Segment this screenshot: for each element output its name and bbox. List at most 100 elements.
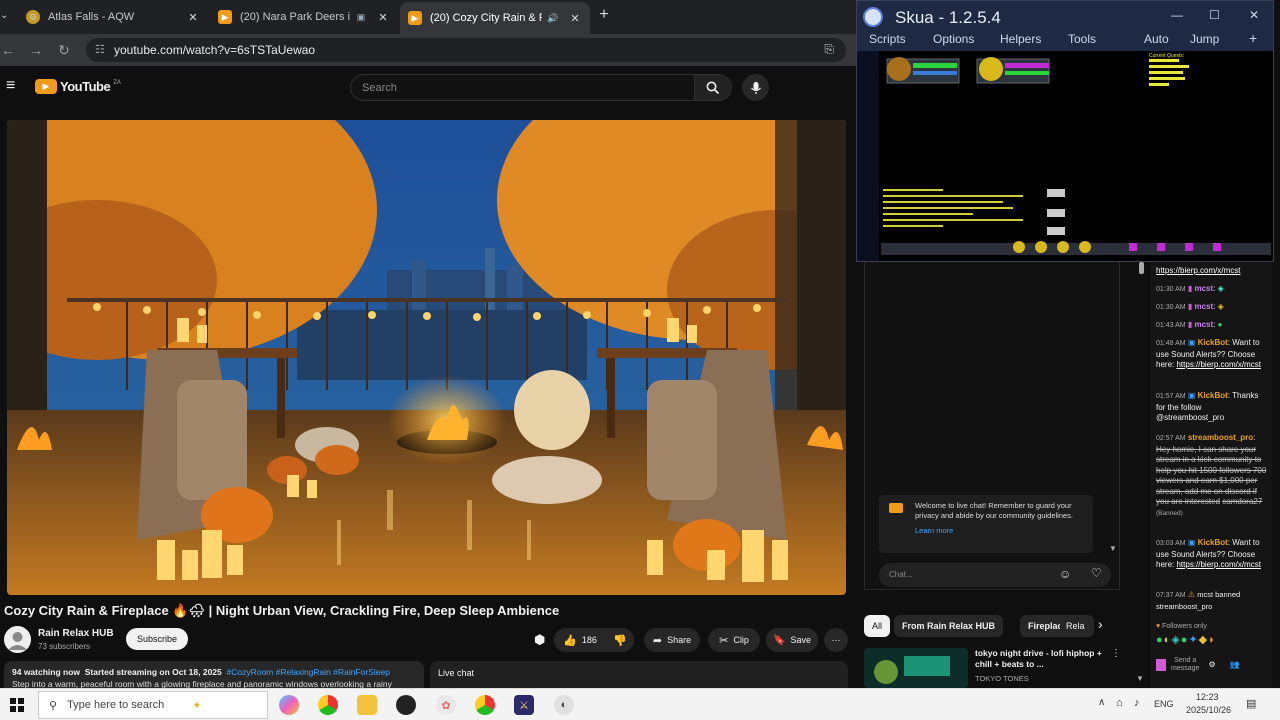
search-button[interactable] (694, 74, 732, 101)
video-player[interactable] (7, 120, 846, 595)
emote-icon[interactable]: ◈ (1171, 634, 1180, 646)
chat-user[interactable]: mcst (1194, 284, 1213, 293)
tab-nara-park[interactable]: ▶ (20) Nara Park Deers in Japa ▣ ✕ (210, 4, 398, 30)
aqw-app-icon[interactable]: ⚔ (514, 695, 534, 715)
heart-icon[interactable]: ♡ (1091, 566, 1102, 580)
gem-icon[interactable]: ⬢ (534, 632, 545, 648)
close-tab-icon[interactable]: ✕ (186, 11, 200, 24)
file-explorer-icon[interactable] (357, 695, 377, 715)
chat-user[interactable]: mcst (1194, 320, 1213, 329)
send-message-button[interactable]: Send a message (1168, 657, 1202, 673)
chrome-active-icon[interactable] (475, 695, 495, 715)
close-tab-icon[interactable]: ✕ (568, 12, 582, 25)
users-icon[interactable]: 👥 (1230, 660, 1240, 669)
taskbar-search[interactable]: ⚲ Type here to search ✦ (38, 691, 268, 719)
channel-name[interactable]: Rain Relax HUB (38, 628, 114, 639)
cast-icon[interactable]: ⎘ (824, 42, 834, 57)
maximize-icon[interactable]: ☐ (1209, 8, 1220, 22)
minimize-icon[interactable]: — (1171, 8, 1183, 22)
chat-user[interactable]: mcst (1194, 302, 1213, 311)
notification-icon[interactable]: ▤ (1246, 697, 1256, 710)
rec-channel[interactable]: TOKYO TONES (975, 674, 1029, 683)
url-field[interactable]: ☷ youtube.com/watch?v=6sTSTaUewao ⎘ (86, 38, 846, 62)
skua-jump-button[interactable]: Jump (1190, 32, 1219, 46)
chat-link[interactable]: https://bierp.com/x/mcst (1176, 560, 1260, 569)
dislike-button[interactable]: 👎 (606, 628, 634, 652)
tab-list-icon[interactable]: ⌄ (0, 10, 12, 24)
back-icon[interactable]: ← (0, 42, 16, 58)
chat-link[interactable]: https://bierp.com/x/mcst (1156, 266, 1240, 275)
chrome-icon[interactable] (318, 695, 338, 715)
chat-scroll-down-icon[interactable]: ▼ (1109, 544, 1117, 553)
clock-date[interactable]: 2025/10/26 (1186, 705, 1231, 715)
emote-icon[interactable]: ● (1156, 634, 1164, 646)
chip-rela[interactable]: Rela (1060, 615, 1094, 637)
chat-link[interactable]: https://bierp.com/x/mcst (1176, 360, 1260, 369)
system-tray-overflow-icon[interactable]: ∧ (1098, 697, 1105, 708)
emote-icon[interactable]: ◗ (1208, 634, 1216, 646)
more-actions-button[interactable]: ⋯ (824, 628, 848, 652)
new-tab-button[interactable]: + (596, 7, 612, 23)
clock-time[interactable]: 12:23 (1196, 692, 1219, 702)
chat-user[interactable]: KickBot (1198, 338, 1228, 347)
windows-start-icon[interactable] (10, 698, 24, 712)
tab-cozy-city[interactable]: ▶ (20) Cozy City Rain & Firepl 🔊 ✕ (400, 2, 590, 34)
like-button[interactable]: 👍 186 (554, 628, 606, 652)
search-input[interactable]: Search (350, 74, 695, 101)
chat-user[interactable]: streamboost_pro (1188, 433, 1253, 442)
subscribe-button[interactable]: Subscribe (126, 628, 188, 650)
app-icon[interactable]: ✿ (436, 695, 456, 715)
chat-user[interactable]: KickBot (1198, 538, 1228, 547)
site-info-icon[interactable]: ☷ (95, 43, 105, 56)
emote-icon[interactable]: ✦ (1188, 634, 1198, 646)
rec-title[interactable]: tokyo night drive - lofi hiphop + chill … (975, 648, 1105, 670)
reload-icon[interactable]: ↻ (56, 42, 72, 59)
learn-more-link[interactable]: Learn more (915, 526, 1085, 536)
emote-icon[interactable]: ◆ (1199, 634, 1208, 646)
chip-all[interactable]: All (864, 615, 891, 637)
description-box[interactable]: 94 watching now Started streaming on Oct… (4, 661, 424, 688)
close-tab-icon[interactable]: ✕ (376, 11, 390, 24)
rec-thumbnail[interactable] (864, 648, 968, 688)
user-badge-icon (1156, 659, 1166, 671)
chat-user[interactable]: KickBot (1198, 391, 1228, 400)
warning-icon: ⚠ (1187, 590, 1195, 599)
skua-menu-helpers[interactable]: Helpers (1000, 32, 1041, 46)
page-scrollbar[interactable] (1139, 262, 1144, 274)
youtube-logo[interactable]: ▶ YouTube ZA (35, 79, 121, 94)
clip-button[interactable]: ✂ Clip (708, 628, 760, 652)
youtube-favicon-icon: ▶ (408, 11, 422, 25)
page-scroll-icon[interactable]: ▼ (1136, 674, 1144, 683)
skua-menu-scripts[interactable]: Scripts (869, 32, 906, 46)
save-button[interactable]: 🔖 Save (766, 628, 818, 652)
skua-add-button[interactable]: + (1249, 30, 1257, 46)
menu-icon[interactable]: ≡ (6, 78, 20, 94)
copilot-icon[interactable] (279, 695, 299, 715)
chat-input[interactable]: Chat... ☺ ♡ (879, 563, 1111, 587)
skua-auto-button[interactable]: Auto (1144, 32, 1169, 46)
banned-label: (Banned) (1156, 509, 1183, 517)
thumbs-up-icon: 👍 (563, 634, 577, 647)
skua-game-view[interactable]: Current Quests: (879, 51, 1273, 261)
chips-next-icon[interactable]: › (1098, 616, 1103, 632)
close-window-icon[interactable]: ✕ (1249, 8, 1259, 22)
skua-menu-options[interactable]: Options (933, 32, 974, 46)
channel-avatar[interactable] (4, 626, 31, 653)
hashtags[interactable]: #CozyRoom #RelaxingRain #RainForSleep (226, 667, 389, 677)
language-indicator[interactable]: ENG (1154, 699, 1174, 709)
badge-icon: ▮ (1187, 284, 1193, 293)
skua-app-icon[interactable]: ◐ (554, 695, 574, 715)
skua-menu-tools[interactable]: Tools (1068, 32, 1096, 46)
chat-time: 07:37 AM (1156, 592, 1186, 599)
speaker-tray-icon[interactable]: ♪ (1134, 697, 1140, 709)
rec-more-icon[interactable]: ⋮ (1111, 648, 1121, 659)
share-button[interactable]: ➦ Share (644, 628, 700, 652)
github-icon[interactable] (396, 695, 416, 715)
forward-icon[interactable]: → (28, 42, 44, 58)
chat-settings-icon[interactable]: ⚙ (1208, 660, 1215, 669)
network-icon[interactable]: ⌂ (1116, 697, 1123, 709)
tab-atlas-falls[interactable]: ⚙ Atlas Falls - AQW ✕ (18, 4, 208, 30)
emoji-icon[interactable]: ☺ (1059, 567, 1071, 581)
voice-search-button[interactable] (742, 74, 769, 101)
chip-from-channel[interactable]: From Rain Relax HUB (894, 615, 1004, 637)
